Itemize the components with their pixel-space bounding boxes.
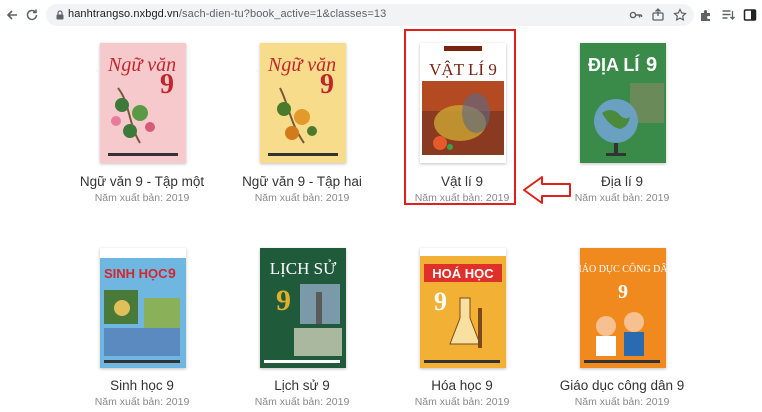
book-cover[interactable]: Ngữ văn 9 [100, 43, 186, 163]
book-year: Năm xuất bản: 2019 [574, 396, 670, 408]
book-title[interactable]: Lịch sử 9 [212, 378, 392, 393]
cover-number: 9 [168, 265, 176, 281]
book-year: Năm xuất bản: 2019 [94, 192, 190, 204]
book-title[interactable]: Giáo dục công dân 9 [532, 378, 712, 393]
puzzle-extensions-icon[interactable] [696, 5, 716, 25]
cover-number: 9 [434, 287, 447, 316]
reload-icon[interactable] [22, 5, 42, 25]
cover-number: 9 [320, 69, 334, 100]
book-year: Năm xuất bản: 2019 [254, 192, 350, 204]
book-title[interactable]: Hóa học 9 [372, 378, 552, 393]
cover-title: VẬT LÍ 9 [429, 60, 497, 79]
url-path: /sach-dien-tu?book_active=1&classes=13 [178, 8, 387, 20]
book-title[interactable]: Ngữ văn 9 - Tập một [52, 174, 232, 189]
url-text[interactable]: hanhtrangso.nxbgd.vn/sach-dien-tu?book_a… [68, 8, 386, 20]
cover-title: ĐỊA LÍ [588, 54, 640, 75]
book-cover[interactable]: GIÁO DỤC CÔNG DÂN 9 [580, 248, 666, 368]
cover-title: GIÁO DỤC CÔNG DÂN [580, 263, 666, 275]
left-arrow-outline-icon [523, 176, 571, 204]
book-title[interactable]: Sinh học 9 [52, 378, 232, 393]
cover-number: 9 [160, 69, 174, 100]
url-host: hanhtrangso.nxbgd.vn [68, 8, 179, 20]
share-icon[interactable] [650, 7, 666, 23]
book-year: Năm xuất bản: 2019 [94, 396, 190, 408]
book-title[interactable]: Ngữ văn 9 - Tập hai [212, 174, 392, 189]
book-cover[interactable]: HOÁ HỌC 9 [420, 248, 506, 368]
book-year: Năm xuất bản: 2019 [414, 396, 510, 408]
side-panel-icon[interactable] [740, 5, 760, 25]
cover-title: SINH HỌC [104, 266, 168, 281]
bookmark-star-icon[interactable] [672, 7, 688, 23]
book-year: Năm xuất bản: 2019 [254, 396, 350, 408]
back-arrow-icon[interactable] [2, 5, 22, 25]
reading-list-icon[interactable] [718, 5, 738, 25]
book-cover[interactable]: LỊCH SỬ 9 [260, 248, 346, 368]
cover-title: HOÁ HỌC [432, 266, 494, 281]
book-cover[interactable]: Ngữ văn 9 [260, 43, 346, 163]
address-bar[interactable]: hanhtrangso.nxbgd.vn/sach-dien-tu?book_a… [46, 4, 694, 26]
lock-icon[interactable] [54, 9, 66, 21]
cover-title: LỊCH SỬ [270, 259, 337, 278]
browser-toolbar: hanhtrangso.nxbgd.vn/sach-dien-tu?book_a… [0, 0, 762, 30]
cover-number: 9 [646, 54, 657, 76]
book-cover[interactable]: VẬT LÍ 9 [420, 43, 506, 163]
book-cover[interactable]: SINH HỌC 9 [100, 248, 186, 368]
cover-number: 9 [618, 281, 628, 303]
key-icon[interactable] [628, 7, 644, 23]
cover-number: 9 [276, 284, 291, 317]
book-cover[interactable]: ĐỊA LÍ 9 [580, 43, 666, 163]
